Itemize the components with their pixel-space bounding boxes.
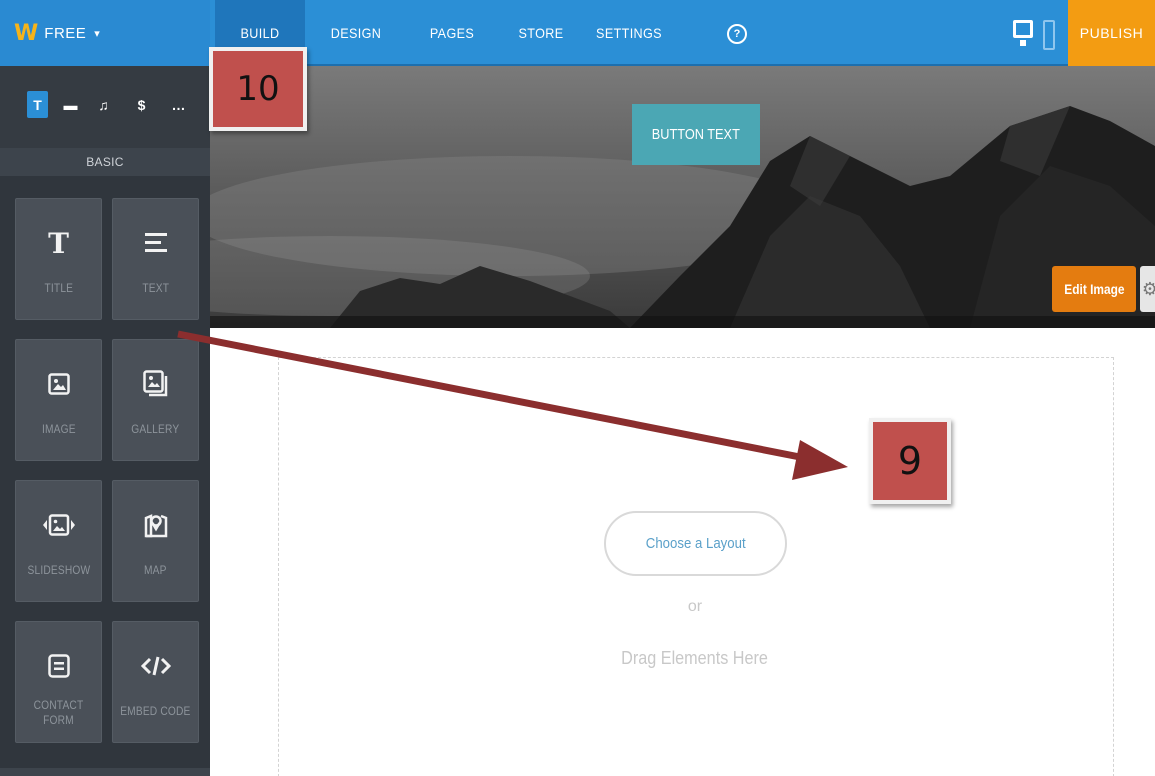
tile-label: IMAGE bbox=[41, 422, 76, 436]
category-media-icon[interactable]: ♫ bbox=[93, 91, 114, 118]
edit-image-button[interactable]: Edit Image bbox=[1052, 266, 1136, 312]
site-plan-menu[interactable]: W FREE ▾ bbox=[0, 0, 210, 66]
gear-icon[interactable]: ⚙ bbox=[1140, 266, 1155, 312]
drag-hint-label: Drag Elements Here bbox=[621, 648, 769, 668]
category-tabs: T ▬ ♫ $ … bbox=[0, 66, 210, 148]
tab-pages[interactable]: PAGES bbox=[407, 0, 497, 66]
desktop-view-icon[interactable] bbox=[1013, 20, 1033, 48]
category-basic-icon[interactable]: T bbox=[27, 91, 48, 118]
tile-label: TITLE bbox=[44, 281, 73, 295]
publish-button[interactable]: PUBLISH bbox=[1068, 0, 1155, 66]
chevron-down-icon: ▾ bbox=[94, 27, 100, 40]
choose-layout-button[interactable]: Choose a Layout bbox=[604, 511, 787, 576]
tile-label: SLIDESHOW bbox=[27, 563, 90, 577]
edit-image-label: Edit Image bbox=[1063, 281, 1125, 297]
elements-sidebar: T ▬ ♫ $ … BASIC T TITLE TEXT IMAGE GALLE… bbox=[0, 66, 210, 776]
tab-design[interactable]: DESIGN bbox=[315, 0, 398, 66]
element-map[interactable]: MAP bbox=[112, 480, 199, 602]
tile-label: GALLERY bbox=[131, 422, 180, 436]
element-gallery[interactable]: GALLERY bbox=[112, 339, 199, 461]
element-text[interactable]: TEXT bbox=[112, 198, 199, 320]
header-image[interactable]: BUTTON TEXT Edit Image ⚙ bbox=[210, 66, 1155, 328]
tab-store[interactable]: STORE bbox=[506, 0, 576, 66]
tile-label: EMBED CODE bbox=[120, 704, 191, 718]
sidebar-divider bbox=[0, 768, 210, 776]
title-icon: T bbox=[48, 226, 69, 260]
text-icon bbox=[143, 223, 169, 263]
slideshow-icon bbox=[42, 505, 76, 545]
image-icon bbox=[47, 364, 70, 404]
help-icon[interactable]: ? bbox=[727, 24, 747, 44]
category-more-icon[interactable]: … bbox=[168, 91, 189, 118]
map-icon bbox=[144, 505, 168, 545]
choose-layout-label: Choose a Layout bbox=[645, 535, 746, 552]
element-slideshow[interactable]: SLIDESHOW bbox=[15, 480, 102, 602]
element-title[interactable]: T TITLE bbox=[15, 198, 102, 320]
hero-button-label: BUTTON TEXT bbox=[651, 126, 741, 143]
section-label: BASIC bbox=[0, 148, 210, 176]
element-image[interactable]: IMAGE bbox=[15, 339, 102, 461]
tile-label: MAP bbox=[144, 563, 167, 577]
gallery-icon bbox=[142, 364, 169, 404]
top-bar: W FREE ▾ BUILD DESIGN PAGES STORE SETTIN… bbox=[0, 0, 1155, 66]
drag-elements-hint: Drag Elements Here bbox=[560, 648, 830, 669]
element-contact-form[interactable]: CONTACT FORM bbox=[15, 621, 102, 743]
contact-form-icon bbox=[47, 646, 70, 686]
hero-button[interactable]: BUTTON TEXT bbox=[632, 104, 760, 165]
tile-label: TEXT bbox=[142, 281, 169, 295]
tile-label: CONTACT FORM bbox=[33, 698, 84, 727]
tab-settings[interactable]: SETTINGS bbox=[585, 0, 673, 66]
category-structure-icon[interactable]: ▬ bbox=[60, 91, 81, 118]
annotation-callout-10: 10 bbox=[209, 47, 307, 131]
or-separator: or bbox=[687, 598, 703, 615]
plan-label: FREE bbox=[44, 24, 87, 42]
category-commerce-icon[interactable]: $ bbox=[131, 91, 152, 118]
element-embed-code[interactable]: EMBED CODE bbox=[112, 621, 199, 743]
annotation-callout-9: 9 bbox=[869, 418, 951, 504]
mobile-view-icon[interactable] bbox=[1043, 20, 1055, 50]
embed-code-icon bbox=[140, 646, 171, 686]
weebly-logo-icon: W bbox=[14, 20, 39, 46]
